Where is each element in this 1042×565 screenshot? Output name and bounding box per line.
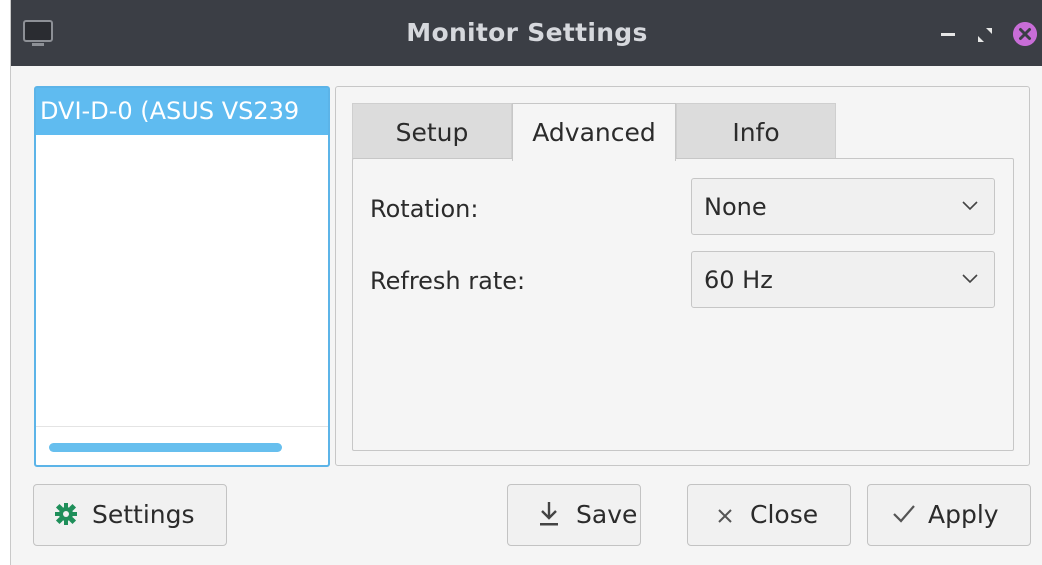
save-button-label: Save bbox=[576, 500, 638, 529]
monitor-details-panel: Setup Advanced Info Rotation: None Refre… bbox=[335, 86, 1030, 466]
refresh-rate-dropdown[interactable]: 60 Hz bbox=[691, 251, 995, 308]
rotation-value: None bbox=[704, 193, 767, 221]
advanced-tab-content: Rotation: None Refresh rate: 60 Hz bbox=[352, 158, 1014, 451]
checkmark-icon bbox=[893, 505, 915, 523]
tab-advanced[interactable]: Advanced bbox=[512, 103, 676, 161]
chevron-down-icon bbox=[962, 201, 978, 211]
minimize-icon[interactable] bbox=[941, 33, 955, 36]
close-button-label: Close bbox=[750, 500, 819, 529]
refresh-rate-value: 60 Hz bbox=[704, 266, 773, 294]
refresh-rate-label: Refresh rate: bbox=[370, 267, 526, 295]
settings-button[interactable]: Settings bbox=[33, 484, 227, 546]
apply-button[interactable]: Apply bbox=[867, 484, 1031, 546]
monitor-settings-window: Monitor Settings DVI-D-0 (ASUS VS239 Set… bbox=[10, 0, 1042, 565]
download-icon bbox=[540, 502, 558, 526]
monitor-list[interactable]: DVI-D-0 (ASUS VS239 bbox=[34, 86, 330, 467]
apply-button-label: Apply bbox=[928, 500, 999, 529]
restore-icon[interactable] bbox=[977, 27, 993, 43]
rotation-label: Rotation: bbox=[370, 195, 479, 223]
window-title: Monitor Settings bbox=[406, 18, 648, 47]
save-button[interactable]: Save bbox=[507, 484, 641, 546]
horizontal-scrollbar[interactable] bbox=[36, 426, 328, 465]
title-bar[interactable]: Monitor Settings bbox=[11, 0, 1042, 66]
close-icon[interactable] bbox=[1013, 22, 1037, 46]
tab-setup[interactable]: Setup bbox=[352, 103, 512, 159]
gear-icon bbox=[55, 503, 77, 525]
x-icon bbox=[718, 509, 732, 523]
close-button[interactable]: Close bbox=[687, 484, 851, 546]
chevron-down-icon bbox=[962, 274, 978, 284]
rotation-dropdown[interactable]: None bbox=[691, 178, 995, 235]
settings-button-label: Settings bbox=[92, 500, 195, 529]
monitor-list-item[interactable]: DVI-D-0 (ASUS VS239 bbox=[36, 88, 328, 135]
scrollbar-thumb[interactable] bbox=[49, 443, 282, 452]
tab-info[interactable]: Info bbox=[676, 103, 836, 159]
